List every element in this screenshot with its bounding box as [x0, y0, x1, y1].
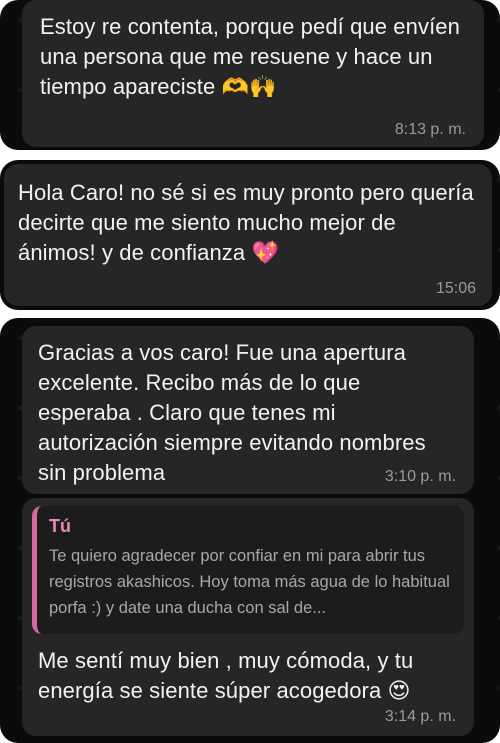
heart-hands-emoji-icon: 🫶🙌 — [221, 75, 277, 101]
quoted-author: Tú — [49, 516, 71, 536]
quoted-message[interactable]: Tú Te quiero agradecer por confiar en mi… — [32, 506, 464, 634]
message-bubble[interactable]: Gracias a vos caro! Fue una apertura exc… — [22, 326, 474, 494]
heart-eyes-emoji-icon: 😍 — [387, 679, 411, 705]
message-text: Hola Caro! no sé si es muy pronto pero q… — [18, 178, 478, 269]
reply-message-bubble[interactable]: Tú Te quiero agradecer por confiar en mi… — [22, 498, 474, 736]
sparkling-heart-emoji-icon: 💖 — [251, 241, 279, 267]
message-time: 3:10 p. m. — [384, 468, 456, 485]
screenshot-1: Estoy re contenta, porque pedí que envíe… — [0, 0, 500, 150]
message-time: 15:06 — [435, 280, 476, 297]
message-bubble[interactable]: Estoy re contenta, porque pedí que envíe… — [22, 0, 484, 147]
message-bubble[interactable]: Hola Caro! no sé si es muy pronto pero q… — [4, 164, 492, 306]
screenshot-2: Hola Caro! no sé si es muy pronto pero q… — [0, 160, 500, 310]
screenshot-3: Gracias a vos caro! Fue una apertura exc… — [0, 318, 500, 743]
message-text: Estoy re contenta, porque pedí que envíe… — [40, 12, 466, 103]
message-text: Me sentí muy bien , muy cómoda, y tu ene… — [38, 646, 458, 707]
message-time: 8:13 p. m. — [394, 121, 466, 138]
message-text: Gracias a vos caro! Fue una apertura exc… — [38, 340, 426, 485]
message-time: 3:14 p. m. — [384, 708, 456, 725]
quoted-text: Te quiero agradecer por confiar en mi pa… — [49, 547, 450, 617]
